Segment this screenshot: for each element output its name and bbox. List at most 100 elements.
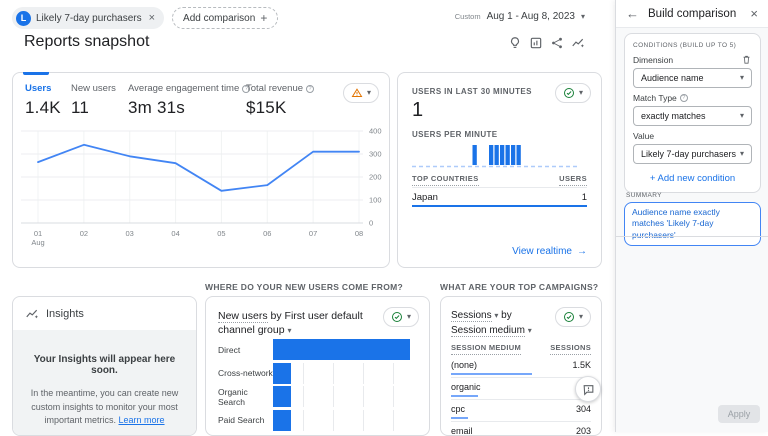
chevron-down-icon: ▾ bbox=[494, 311, 498, 320]
chevron-down-icon: ▾ bbox=[579, 313, 583, 321]
back-arrow-icon[interactable]: ← bbox=[626, 6, 639, 21]
channel-bar-chart: Direct Cross-network Organic Search Paid… bbox=[218, 339, 419, 433]
campaigns-section-title: WHAT ARE YOUR TOP CAMPAIGNS? bbox=[440, 282, 598, 292]
users-last-30-min-value: 1 bbox=[412, 99, 423, 122]
channel-bar-track bbox=[273, 410, 419, 431]
metric-name: New users bbox=[218, 310, 268, 323]
session-medium-value: cpc bbox=[451, 404, 465, 414]
comparison-chip[interactable]: L Likely 7-day purchasers × bbox=[12, 7, 164, 29]
add-condition-label: Add new condition bbox=[658, 173, 736, 184]
country-bar bbox=[412, 205, 587, 207]
channel-row: Organic Search bbox=[218, 386, 419, 407]
campaigns-metric-dimension-picker[interactable]: Sessions ▾ by Session medium ▾ bbox=[451, 308, 532, 338]
metric-tab-users[interactable]: Users 1.4K bbox=[25, 83, 61, 118]
channel-bar[interactable] bbox=[273, 363, 291, 384]
add-comparison-label: Add comparison bbox=[183, 13, 255, 24]
dimension-value: Audience name bbox=[641, 73, 704, 83]
channel-bar[interactable] bbox=[273, 339, 410, 360]
svg-text:02: 02 bbox=[80, 229, 88, 238]
share-icon[interactable] bbox=[550, 36, 564, 50]
plus-icon: + bbox=[260, 11, 267, 25]
session-medium-value: email bbox=[451, 426, 473, 436]
channel-chart-dimension-picker[interactable]: New users by First user default channel … bbox=[218, 310, 368, 337]
feedback-button[interactable] bbox=[575, 376, 601, 402]
insights-lightbulb-icon[interactable] bbox=[508, 36, 522, 50]
channel-bar-track bbox=[273, 363, 419, 384]
close-icon[interactable]: × bbox=[750, 6, 758, 21]
sessions-value: 304 bbox=[576, 404, 591, 414]
insights-sparkle-icon[interactable] bbox=[571, 36, 585, 50]
svg-text:01: 01 bbox=[34, 229, 42, 238]
metric-value: 1.4K bbox=[25, 98, 61, 118]
main-content: L Likely 7-day purchasers × Add comparis… bbox=[0, 0, 615, 432]
metric-label: Total revenue bbox=[246, 83, 303, 94]
channel-bar-track bbox=[273, 339, 419, 360]
comparison-bar: L Likely 7-day purchasers × Add comparis… bbox=[12, 7, 278, 29]
selected-metric-indicator bbox=[23, 72, 49, 75]
apply-button[interactable]: Apply bbox=[718, 405, 760, 423]
campaign-row: cpc 304 bbox=[451, 400, 591, 422]
build-comparison-panel: ← Build comparison × CONDITIONS (BUILD U… bbox=[615, 0, 768, 432]
chevron-down-icon: ▾ bbox=[740, 150, 744, 158]
country-name: Japan bbox=[412, 192, 438, 203]
value-select[interactable]: Likely 7-day purchasers ▾ bbox=[633, 144, 752, 164]
svg-text:05: 05 bbox=[217, 229, 225, 238]
metric-label: Average engagement time bbox=[128, 83, 239, 94]
channel-bar[interactable] bbox=[273, 386, 291, 407]
chevron-down-icon: ▾ bbox=[407, 313, 411, 321]
match-type-select[interactable]: exactly matches ▾ bbox=[633, 106, 752, 126]
channel-label: Organic Search bbox=[218, 387, 273, 407]
svg-text:07: 07 bbox=[309, 229, 317, 238]
data-quality-ok-badge[interactable]: ▾ bbox=[555, 83, 591, 103]
insights-headline: Your Insights will appear here soon. bbox=[25, 354, 184, 376]
users-per-minute-chart bbox=[412, 142, 577, 170]
delete-condition-icon[interactable] bbox=[741, 54, 752, 65]
svg-text:03: 03 bbox=[126, 229, 134, 238]
svg-text:04: 04 bbox=[171, 229, 179, 238]
session-medium-header: SESSION MEDIUM bbox=[451, 343, 521, 355]
chevron-down-icon: ▾ bbox=[579, 89, 583, 97]
date-range-type: Custom bbox=[455, 12, 481, 21]
match-type-value: exactly matches bbox=[641, 111, 706, 121]
sessions-bar bbox=[451, 395, 478, 397]
top-countries-table: Japan 1 bbox=[412, 187, 587, 207]
customize-report-icon[interactable] bbox=[529, 36, 543, 50]
data-quality-ok-badge[interactable]: ▾ bbox=[383, 307, 419, 327]
sessions-header: SESSIONS bbox=[550, 343, 591, 355]
add-new-condition-button[interactable]: + Add new condition bbox=[633, 173, 752, 184]
remove-comparison-icon[interactable]: × bbox=[149, 12, 155, 24]
channel-bar-track bbox=[273, 386, 419, 407]
by-label: by bbox=[501, 310, 512, 321]
conditions-card: CONDITIONS (BUILD UP TO 5) Dimension Aud… bbox=[624, 33, 761, 193]
channel-bar[interactable] bbox=[273, 410, 291, 431]
date-range-value: Aug 1 - Aug 8, 2023 bbox=[487, 11, 575, 22]
metric-tab-new-users[interactable]: New users 11 bbox=[71, 83, 116, 118]
dimension-name: Session medium bbox=[451, 325, 525, 337]
metric-tab-total-revenue[interactable]: Total revenue ? $15K bbox=[246, 83, 314, 118]
learn-more-link[interactable]: Learn more bbox=[119, 415, 165, 425]
svg-text:300: 300 bbox=[369, 150, 382, 159]
dimension-select[interactable]: Audience name ▾ bbox=[633, 68, 752, 88]
campaign-row: organic 507 bbox=[451, 378, 591, 400]
session-medium-value: (none) bbox=[451, 360, 477, 370]
data-quality-ok-badge[interactable]: ▾ bbox=[555, 307, 591, 327]
campaigns-table-header: SESSION MEDIUM SESSIONS bbox=[451, 343, 591, 355]
metric-value: $15K bbox=[246, 98, 314, 118]
view-realtime-link[interactable]: View realtime → bbox=[512, 246, 587, 257]
date-range-picker[interactable]: Custom Aug 1 - Aug 8, 2023 ▾ bbox=[455, 11, 585, 22]
add-comparison-button[interactable]: Add comparison + bbox=[172, 7, 278, 29]
metric-label: New users bbox=[71, 83, 116, 94]
data-quality-warning-badge[interactable]: ▾ bbox=[343, 83, 379, 103]
channel-label: Direct bbox=[218, 345, 273, 355]
dimension-label: Dimension bbox=[633, 55, 673, 65]
plus-icon: + bbox=[650, 173, 658, 184]
chevron-down-icon: ▾ bbox=[740, 112, 744, 120]
metric-tab-avg-engagement-time[interactable]: Average engagement time ? 3m 31s bbox=[128, 83, 250, 118]
channel-row: Paid Search bbox=[218, 410, 419, 431]
insights-header: Insights bbox=[13, 297, 196, 330]
svg-text:400: 400 bbox=[369, 127, 382, 136]
users-over-time-line-chart: 01002003004000102030405060708Aug bbox=[13, 123, 391, 269]
svg-text:200: 200 bbox=[369, 173, 382, 182]
check-circle-icon bbox=[563, 87, 575, 99]
info-icon: ? bbox=[306, 85, 314, 93]
